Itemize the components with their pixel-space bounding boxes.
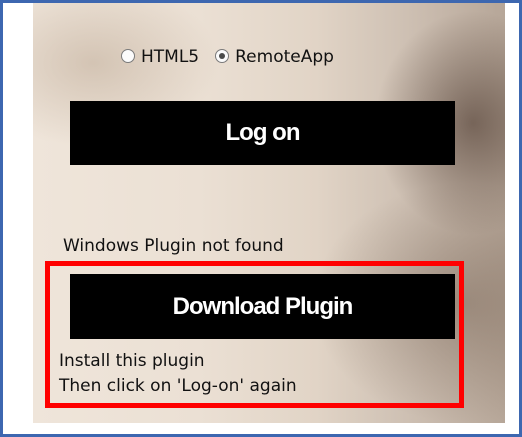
highlight-box [45,261,464,408]
window-frame: HTML5 RemoteApp Log on Windows Plugin no… [0,0,522,437]
radio-remoteapp-label[interactable]: RemoteApp [235,47,334,67]
radio-html5-label[interactable]: HTML5 [141,47,199,67]
log-on-button[interactable]: Log on [70,101,455,165]
client-type-selector: HTML5 RemoteApp [121,47,350,67]
radio-remoteapp[interactable] [215,49,230,63]
radio-html5[interactable] [121,49,135,63]
plugin-status-text: Windows Plugin not found [63,236,284,256]
